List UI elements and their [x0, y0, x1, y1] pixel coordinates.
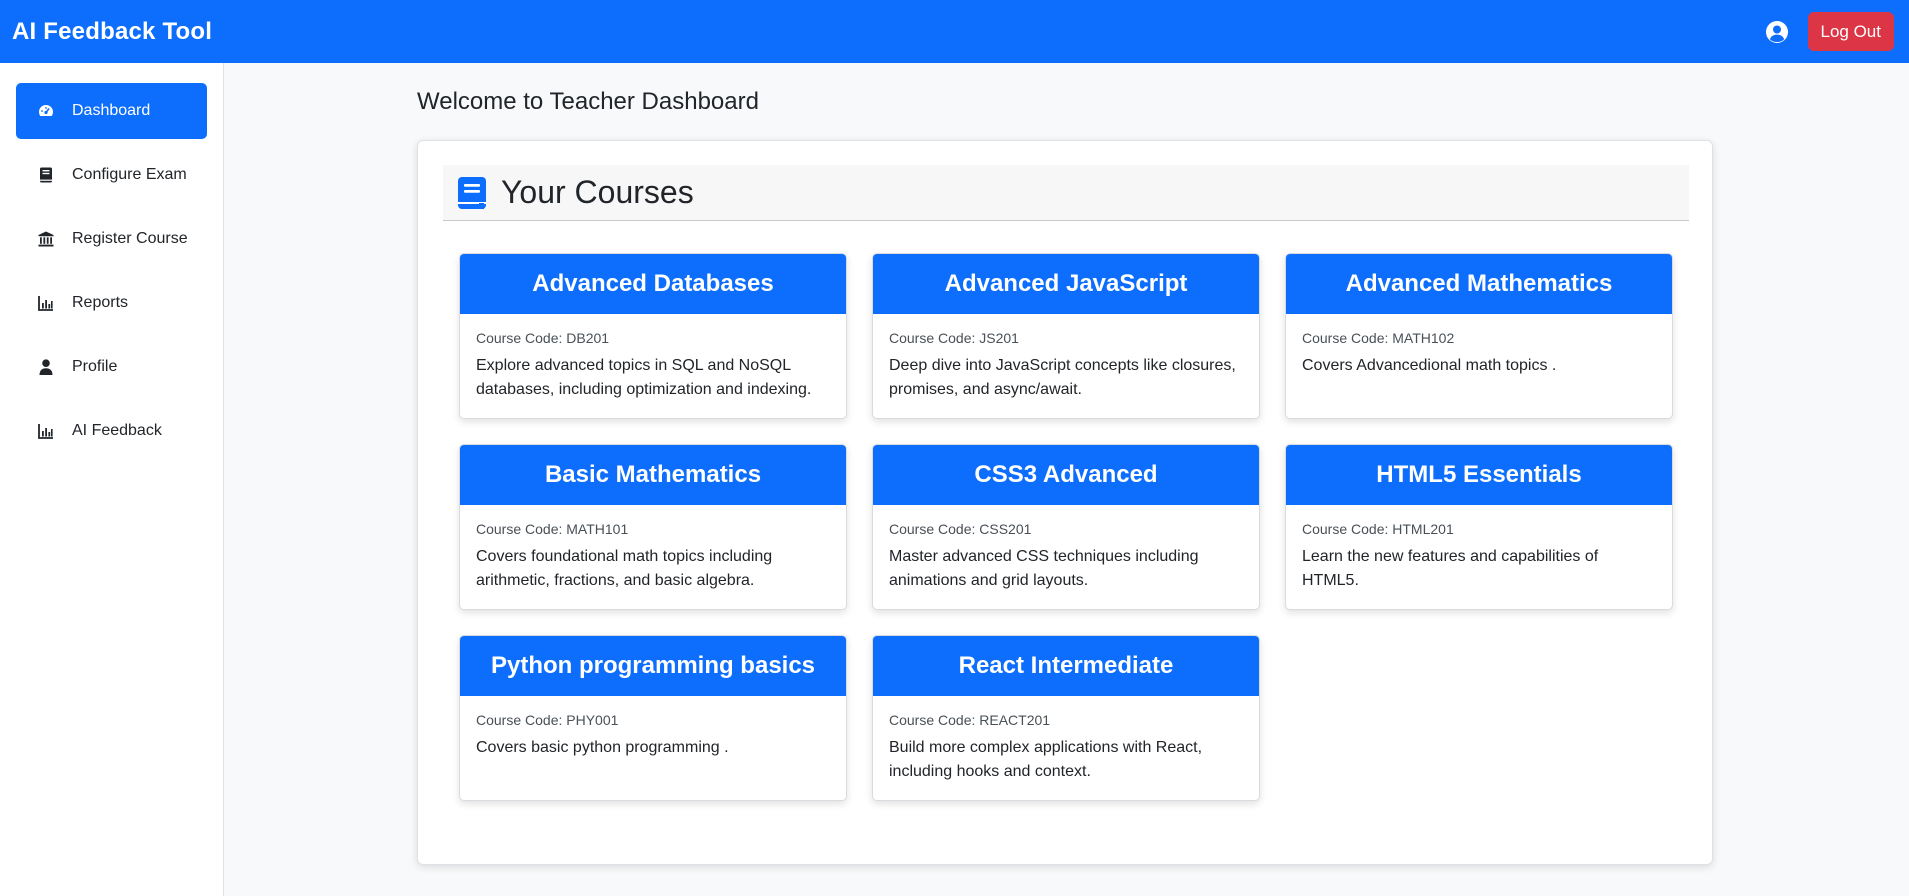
course-description: Covers foundational math topics includin…	[476, 548, 773, 589]
logout-button[interactable]: Log Out	[1807, 12, 1894, 51]
sidebar-item-profile[interactable]: Profile	[16, 339, 207, 395]
course-title: Advanced Mathematics	[1286, 254, 1672, 314]
course-card[interactable]: Python programming basics Course Code: P…	[459, 635, 847, 801]
courses-panel: Your Courses Advanced Databases Course C…	[417, 140, 1713, 865]
course-description: Covers basic python programming .	[476, 739, 729, 756]
course-card[interactable]: Advanced Databases Course Code: DB201 Ex…	[459, 253, 847, 419]
course-card[interactable]: Advanced Mathematics Course Code: MATH10…	[1285, 253, 1673, 419]
sidebar-item-label: Configure Exam	[72, 166, 187, 183]
user-icon	[38, 359, 54, 375]
course-card[interactable]: Advanced JavaScript Course Code: JS201 D…	[872, 253, 1260, 419]
sidebar-item-configure-exam[interactable]: Configure Exam	[16, 147, 207, 203]
top-navbar: AI Feedback Tool Log Out	[0, 0, 1909, 63]
course-description: Build more complex applications with Rea…	[889, 739, 1203, 780]
course-card-body: Course Code: CSS201 Master advanced CSS …	[873, 505, 1259, 593]
chart-bar-icon	[38, 295, 54, 311]
courses-panel-header: Your Courses	[443, 165, 1689, 221]
course-title: React Intermediate	[873, 636, 1259, 696]
sidebar-item-label: AI Feedback	[72, 422, 162, 439]
gauge-icon	[38, 103, 54, 119]
course-card-body: Course Code: DB201 Explore advanced topi…	[460, 314, 846, 402]
book-icon	[457, 176, 487, 210]
sidebar-item-reports[interactable]: Reports	[16, 275, 207, 331]
course-title: Advanced JavaScript	[873, 254, 1259, 314]
course-card-body: Course Code: REACT201 Build more complex…	[873, 696, 1259, 784]
course-code: Course Code: HTML201	[1302, 521, 1454, 537]
course-card[interactable]: HTML5 Essentials Course Code: HTML201 Le…	[1285, 444, 1673, 610]
sidebar-item-register-course[interactable]: Register Course	[16, 211, 207, 267]
course-description: Explore advanced topics in SQL and NoSQL…	[476, 357, 812, 398]
sidebar-item-label: Profile	[72, 358, 118, 375]
course-card-body: Course Code: PHY001 Covers basic python …	[460, 696, 846, 760]
institution-icon	[38, 231, 54, 247]
course-title: Python programming basics	[460, 636, 846, 696]
course-title: Basic Mathematics	[460, 445, 846, 505]
course-card-body: Course Code: HTML201 Learn the new featu…	[1286, 505, 1672, 593]
sidebar-item-ai-feedback[interactable]: AI Feedback	[16, 403, 207, 459]
navbar-actions: Log Out	[1764, 12, 1898, 51]
app-brand[interactable]: AI Feedback Tool	[12, 18, 212, 46]
course-card[interactable]: CSS3 Advanced Course Code: CSS201 Master…	[872, 444, 1260, 610]
course-card-body: Course Code: MATH101 Covers foundational…	[460, 505, 846, 593]
course-card-body: Course Code: JS201 Deep dive into JavaSc…	[873, 314, 1259, 402]
sidebar-item-dashboard[interactable]: Dashboard	[16, 83, 207, 139]
course-title: Advanced Databases	[460, 254, 846, 314]
course-code: Course Code: JS201	[889, 330, 1019, 346]
course-code: Course Code: MATH101	[476, 521, 629, 537]
course-code: Course Code: REACT201	[889, 712, 1051, 728]
page-title: Welcome to Teacher Dashboard	[417, 88, 759, 115]
course-code: Course Code: PHY001	[476, 712, 619, 728]
sidebar-item-label: Register Course	[72, 230, 188, 247]
section-title: Your Courses	[501, 174, 694, 210]
course-card-body: Course Code: MATH102 Covers Advancediona…	[1286, 314, 1672, 378]
course-code: Course Code: MATH102	[1302, 330, 1455, 346]
course-card[interactable]: React Intermediate Course Code: REACT201…	[872, 635, 1260, 801]
course-card[interactable]: Basic Mathematics Course Code: MATH101 C…	[459, 444, 847, 610]
course-title: HTML5 Essentials	[1286, 445, 1672, 505]
course-title: CSS3 Advanced	[873, 445, 1259, 505]
course-description: Deep dive into JavaScript concepts like …	[889, 357, 1236, 398]
book-icon	[38, 167, 54, 183]
course-code: Course Code: DB201	[476, 330, 610, 346]
sidebar: Dashboard Configure Exam Register Course…	[0, 63, 224, 896]
course-description: Covers Advancedional math topics .	[1302, 357, 1557, 374]
sidebar-item-label: Reports	[72, 294, 129, 311]
sidebar-item-label: Dashboard	[72, 102, 151, 119]
course-description: Learn the new features and capabilities …	[1302, 548, 1599, 589]
chart-bar-icon	[38, 423, 54, 439]
course-description: Master advanced CSS techniques including…	[889, 548, 1199, 589]
course-code: Course Code: CSS201	[889, 521, 1032, 537]
user-circle-icon[interactable]	[1764, 19, 1790, 45]
course-grid: Advanced Databases Course Code: DB201 Ex…	[459, 253, 1673, 801]
